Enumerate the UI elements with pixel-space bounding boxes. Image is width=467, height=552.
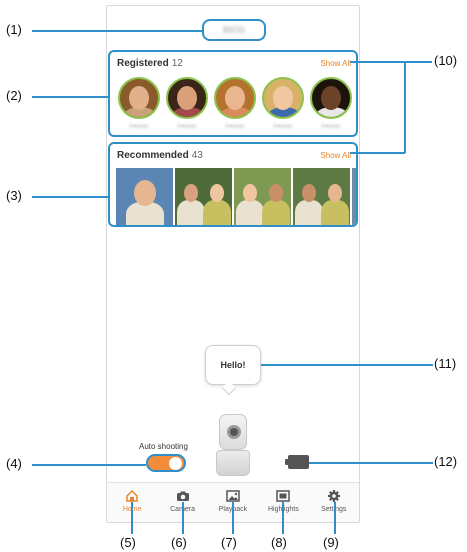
recommended-photo[interactable] <box>175 168 232 225</box>
playback-icon <box>226 490 240 502</box>
registered-person[interactable]: Person <box>262 77 304 130</box>
battery-icon <box>285 455 309 469</box>
recommended-show-all-link[interactable]: Show All <box>320 151 351 160</box>
registered-count: 12 <box>171 58 183 69</box>
photo-face <box>184 184 198 202</box>
callout-5: (5) <box>120 535 136 550</box>
photo-face <box>243 184 257 202</box>
battery-body <box>288 455 309 469</box>
camera-icon <box>176 491 189 501</box>
avatar-face <box>321 86 341 110</box>
home-icon <box>126 489 138 502</box>
app-header: BIOS <box>202 19 266 41</box>
recommended-photo[interactable] <box>293 168 350 225</box>
speech-bubble-text: Hello! <box>220 360 246 370</box>
callout-line-10b <box>404 61 406 153</box>
callout-line-10a <box>350 61 432 63</box>
photo-person-body <box>295 200 323 225</box>
photo-face <box>269 184 283 202</box>
recommended-count: 43 <box>191 150 203 161</box>
callout-10: (10) <box>434 53 458 68</box>
callout-line-11 <box>261 364 433 366</box>
callout-line-1 <box>32 30 202 32</box>
person-name: Person <box>321 124 341 130</box>
callout-11: (11) <box>434 356 457 371</box>
camera-lens-icon <box>227 425 241 439</box>
registered-people-list: PersonPersonPersonPersonPersonPerson <box>118 77 356 130</box>
callout-line-6 <box>182 502 184 534</box>
callout-8: (8) <box>271 535 287 550</box>
person-name: Person <box>225 124 245 130</box>
callout-12: (12) <box>434 454 458 469</box>
callout-line-9 <box>334 502 336 534</box>
callout-4: (4) <box>6 456 22 471</box>
recommended-title: Recommended <box>117 150 189 161</box>
recommended-section: Recommended 43 Show All <box>108 142 358 227</box>
callout-1: (1) <box>6 22 22 37</box>
photo-person-body <box>262 200 290 225</box>
avatar-face <box>129 86 149 110</box>
photo-face <box>328 184 342 202</box>
callout-line-7 <box>232 502 234 534</box>
avatar-face <box>225 86 245 110</box>
callout-line-3 <box>32 196 108 198</box>
callout-9: (9) <box>323 535 339 550</box>
callout-line-12 <box>309 462 433 464</box>
photo-face <box>210 184 224 202</box>
recommended-photo[interactable] <box>234 168 291 225</box>
toggle-knob <box>169 457 182 470</box>
highlights-icon <box>276 490 291 502</box>
avatar <box>262 77 304 119</box>
recommended-photo[interactable] <box>352 168 356 225</box>
registered-heading: Registered 12 <box>117 58 183 69</box>
camera-device-image <box>216 414 250 476</box>
header-title: BIOS <box>222 25 245 35</box>
camera-base <box>216 450 250 476</box>
photo-person-body <box>177 200 205 225</box>
registered-title: Registered <box>117 58 169 69</box>
photo-face <box>302 184 316 202</box>
avatar <box>214 77 256 119</box>
registered-section: Registered 12 Show All Person Person Person… <box>108 50 358 137</box>
auto-shooting-label: Auto shooting <box>139 442 188 451</box>
settings-icon <box>327 490 340 502</box>
callout-7: (7) <box>221 535 237 550</box>
registered-person[interactable]: Person <box>310 77 352 130</box>
callout-2: (2) <box>6 88 22 103</box>
auto-shooting-toggle[interactable] <box>146 454 186 472</box>
callout-line-5 <box>131 502 133 534</box>
callout-3: (3) <box>6 188 22 203</box>
callout-line-4 <box>32 464 146 466</box>
registered-show-all-link[interactable]: Show All <box>320 59 351 68</box>
recommended-photo[interactable] <box>116 168 173 225</box>
callout-6: (6) <box>171 535 187 550</box>
avatar <box>166 77 208 119</box>
callout-line-10c <box>350 152 405 154</box>
avatar-face <box>177 86 197 110</box>
photo-person-body <box>321 200 349 225</box>
registered-person[interactable]: Person <box>214 77 256 130</box>
person-name: Person <box>273 124 293 130</box>
photo-face <box>134 180 156 206</box>
photo-person-body <box>203 200 231 225</box>
recommended-photo-list <box>116 168 356 225</box>
registered-person[interactable]: Person <box>118 77 160 130</box>
person-name: Person <box>129 124 149 130</box>
person-name: Person <box>177 124 197 130</box>
camera-head <box>219 414 247 450</box>
registered-person[interactable]: Person <box>166 77 208 130</box>
recommended-heading: Recommended 43 <box>117 150 203 161</box>
photo-person-body <box>236 200 264 225</box>
avatar <box>118 77 160 119</box>
callout-line-2 <box>32 96 108 98</box>
speech-bubble: Hello! <box>205 345 261 385</box>
avatar-face <box>273 86 293 110</box>
avatar <box>310 77 352 119</box>
callout-line-8 <box>282 502 284 534</box>
